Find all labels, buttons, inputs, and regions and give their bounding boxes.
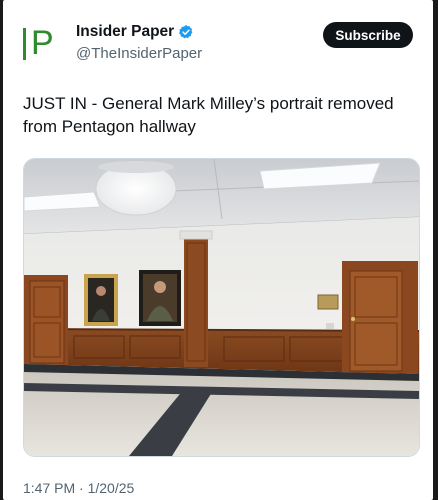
logo-letter: P [31,24,54,62]
verified-badge-icon [179,25,193,39]
pentagon-hallway-photo [24,159,419,456]
subscribe-button[interactable]: Subscribe [323,22,413,48]
tweet-photo[interactable] [23,158,420,457]
tweet-card: P Insider Paper @TheInsiderPaper Subscri… [3,0,433,500]
author-handle[interactable]: @TheInsiderPaper [76,45,202,62]
tweet-header: P Insider Paper @TheInsiderPaper Subscri… [3,0,433,80]
author-name-row[interactable]: Insider Paper [76,23,194,41]
tweet-text: JUST IN - General Mark Milley’s portrait… [23,94,394,136]
author-name[interactable]: Insider Paper [76,23,174,41]
insider-paper-logo[interactable]: P [23,24,63,62]
tweet-timestamp[interactable]: 1:47 PM · 1/20/25 [23,480,134,496]
logo-bar [23,28,26,60]
